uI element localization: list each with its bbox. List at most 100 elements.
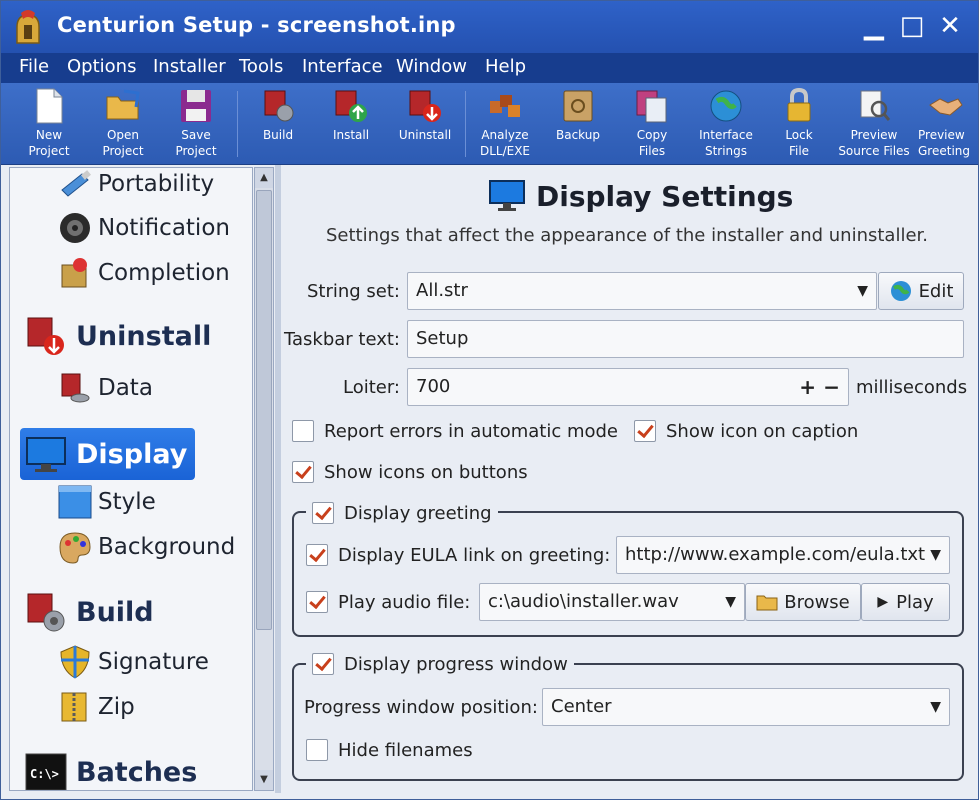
uninstall-arrow-icon — [409, 90, 441, 122]
window-title: Centurion Setup - screenshot.inp — [57, 13, 456, 37]
install-button[interactable]: Install — [314, 87, 388, 163]
menu-options[interactable]: Options — [67, 56, 136, 77]
eula-link-checkbox[interactable]: Display EULA link on greeting: — [306, 544, 610, 566]
checkbox-box[interactable] — [292, 420, 314, 442]
sidebar-item-completion[interactable]: Completion — [56, 255, 230, 291]
sidebar-item-background[interactable]: Background — [56, 529, 235, 565]
title-bar: Centurion Setup - screenshot.inp ▁ □ ✕ — [1, 1, 978, 53]
sidebar-item-notification[interactable]: Notification — [56, 210, 230, 246]
checkbox-box[interactable] — [306, 544, 328, 566]
sidebar-scrollbar[interactable]: ▲ ▼ — [254, 167, 274, 791]
open-folder-icon — [106, 89, 140, 120]
progress-position-dropdown[interactable]: Center ▼ — [542, 688, 950, 726]
app-window: Centurion Setup - screenshot.inp ▁ □ ✕ F… — [0, 0, 979, 800]
minimize-button[interactable]: ▁ — [859, 11, 889, 41]
scroll-up-arrow-icon[interactable]: ▲ — [255, 168, 273, 188]
checkbox-box[interactable] — [312, 653, 334, 675]
open-project-button[interactable]: Open Project — [86, 87, 160, 163]
build-gear-icon — [27, 593, 65, 632]
save-project-button[interactable]: Save Project — [159, 87, 233, 163]
scroll-down-arrow-icon[interactable]: ▼ — [255, 770, 273, 790]
monitor-icon — [26, 437, 66, 472]
floppy-disk-icon — [181, 90, 211, 122]
menu-window[interactable]: Window — [396, 56, 467, 77]
sidebar-item-uninstall[interactable]: Uninstall — [24, 310, 211, 362]
checkbox-box[interactable] — [312, 502, 334, 524]
plus-icon[interactable]: + — [799, 369, 816, 405]
show-icons-buttons-checkbox[interactable]: Show icons on buttons — [292, 461, 528, 483]
close-button[interactable]: ✕ — [935, 11, 965, 41]
taskbar-text-input[interactable]: Setup — [407, 320, 964, 358]
safe-icon — [563, 90, 593, 122]
hide-filenames-checkbox[interactable]: Hide filenames — [306, 739, 473, 761]
pane-splitter[interactable] — [275, 165, 281, 793]
checkbox-box[interactable] — [306, 591, 328, 613]
toolbar: New Project Open Project Save Project Bu… — [1, 83, 978, 165]
backup-button[interactable]: Backup — [541, 87, 615, 163]
svg-text:C:\>: C:\> — [30, 767, 59, 781]
string-set-label: String set: — [306, 281, 400, 302]
menu-installer[interactable]: Installer — [153, 56, 226, 77]
analyze-blocks-icon — [490, 95, 520, 117]
checkbox-box[interactable] — [634, 420, 656, 442]
handshake-icon — [929, 98, 963, 116]
preview-magnifier-icon — [860, 90, 891, 121]
play-button[interactable]: ▶ Play — [861, 583, 950, 621]
sidebar-item-data[interactable]: Data — [56, 370, 153, 406]
scroll-thumb[interactable] — [256, 190, 272, 630]
sidebar-item-zip[interactable]: Zip — [56, 689, 135, 725]
loiter-label: Loiter: — [342, 377, 400, 398]
build-button[interactable]: Build — [241, 87, 315, 163]
progress-position-label: Progress window position: — [304, 697, 538, 718]
menu-help[interactable]: Help — [485, 56, 526, 77]
loiter-stepper[interactable]: 700 + − — [407, 368, 849, 406]
uninstall-button[interactable]: Uninstall — [388, 87, 462, 163]
toolbar-separator — [237, 91, 238, 157]
sidebar-item-signature[interactable]: Signature — [56, 644, 209, 680]
minus-icon[interactable]: − — [823, 369, 840, 405]
centurion-helmet-icon — [16, 10, 40, 44]
interface-strings-button[interactable]: Interface Strings — [689, 87, 763, 163]
audio-file-dropdown[interactable]: c:\audio\installer.wav ▼ — [479, 583, 745, 621]
preview-greeting-button[interactable]: Preview Greeting — [910, 87, 978, 163]
window-style-icon — [58, 485, 92, 519]
report-errors-checkbox[interactable]: Report errors in automatic mode — [292, 420, 618, 442]
edit-button[interactable]: Edit — [878, 272, 964, 310]
loiter-unit: milliseconds — [856, 377, 968, 398]
checkbox-box[interactable] — [292, 461, 314, 483]
command-prompt-icon: C:\> — [25, 753, 67, 790]
menu-file[interactable]: File — [19, 56, 49, 77]
page-title: Display Settings — [488, 179, 793, 213]
speaker-icon — [60, 213, 90, 243]
show-icon-caption-checkbox[interactable]: Show icon on caption — [634, 420, 858, 442]
menu-bar: File Options Installer Tools Interface W… — [1, 53, 978, 83]
string-set-dropdown[interactable]: All.str ▼ — [407, 272, 877, 310]
preview-source-files-button[interactable]: Preview Source Files — [837, 87, 911, 163]
page-subtitle: Settings that affect the appearance of t… — [325, 225, 928, 246]
sidebar-item-display[interactable]: Display — [20, 428, 196, 480]
analyze-dll-button[interactable]: Analyze DLL/EXE — [468, 87, 542, 163]
padlock-icon — [787, 87, 811, 122]
display-greeting-checkbox[interactable]: Display greeting — [306, 502, 498, 524]
sidebar-item-build[interactable]: Build — [24, 586, 154, 638]
lock-file-button[interactable]: Lock File — [762, 87, 836, 163]
zip-archive-icon — [61, 692, 87, 722]
sidebar-item-style[interactable]: Style — [56, 484, 156, 520]
sidebar-item-portability[interactable]: Portability — [56, 168, 214, 202]
browse-button[interactable]: Browse — [745, 583, 861, 621]
eula-url-dropdown[interactable]: http://www.example.com/eula.txt ▼ — [616, 536, 950, 574]
menu-tools[interactable]: Tools — [239, 56, 283, 77]
chevron-down-icon: ▼ — [857, 283, 868, 299]
shield-icon — [60, 645, 90, 679]
checkbox-box[interactable] — [306, 739, 328, 761]
play-audio-checkbox[interactable]: Play audio file: — [306, 591, 470, 613]
new-project-button[interactable]: New Project — [12, 87, 86, 163]
sidebar-item-batches[interactable]: C:\> Batches — [24, 746, 197, 790]
play-triangle-icon: ▶ — [877, 594, 889, 610]
maximize-button[interactable]: □ — [897, 11, 927, 41]
menu-interface[interactable]: Interface — [302, 56, 383, 77]
copy-files-button[interactable]: Copy Files — [615, 87, 689, 163]
display-settings-panel: Display Settings Settings that affect th… — [282, 167, 972, 791]
taskbar-text-label: Taskbar text: — [283, 329, 400, 350]
display-progress-checkbox[interactable]: Display progress window — [306, 653, 574, 675]
